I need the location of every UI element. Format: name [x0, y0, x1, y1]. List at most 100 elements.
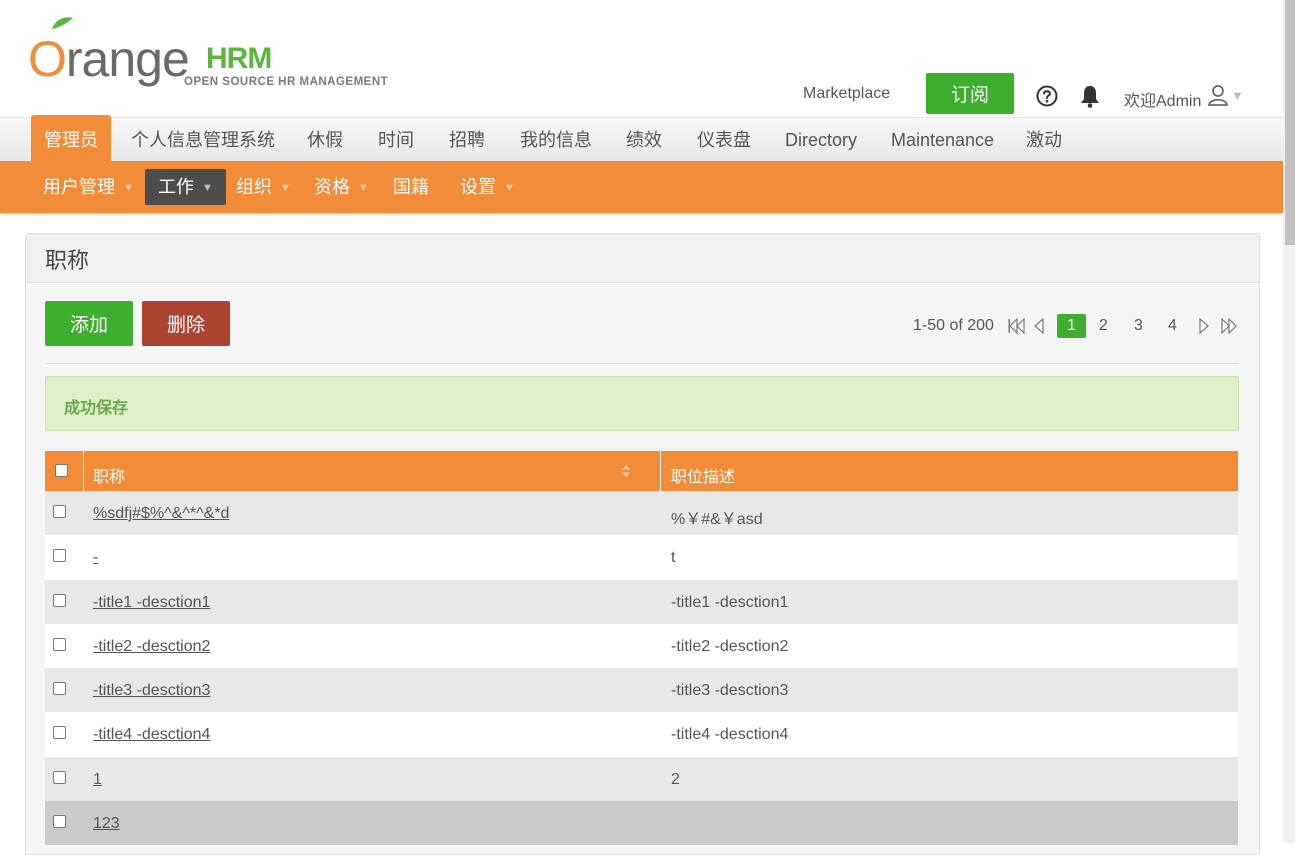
- user-icon[interactable]: [1208, 84, 1228, 106]
- table-header: 职称 职位描述: [45, 451, 1238, 491]
- welcome-user[interactable]: 欢迎Admin: [1124, 87, 1201, 111]
- menu-leave[interactable]: 休假: [307, 118, 343, 162]
- last-page-icon[interactable]: [1218, 318, 1238, 334]
- pagination-range: 1-50 of 200: [913, 317, 994, 334]
- row-checkbox-cell: [53, 549, 66, 567]
- table-row: -title2 -desction2 -title2 -desction2: [45, 623, 1238, 669]
- row-checkbox[interactable]: [53, 549, 66, 563]
- row-checkbox-cell: [53, 682, 66, 700]
- submenu-label: 设置: [460, 177, 496, 197]
- submenu-label: 国籍: [393, 177, 429, 197]
- marketplace-link[interactable]: Marketplace: [803, 85, 890, 103]
- menu-my-info[interactable]: 我的信息: [520, 118, 592, 162]
- page-1[interactable]: 1: [1057, 314, 1086, 338]
- table-row: %sdfj#$%^&^*^&*d %￥#&￥asd: [45, 491, 1238, 536]
- menu-dashboard[interactable]: 仪表盘: [697, 118, 751, 162]
- select-all-cell: [45, 451, 84, 491]
- job-title-link[interactable]: 123: [93, 815, 120, 833]
- first-page-icon[interactable]: [1008, 318, 1028, 334]
- leaf-icon: [52, 17, 73, 29]
- row-checkbox[interactable]: [53, 593, 66, 607]
- job-description: t: [671, 549, 676, 567]
- menu-pim[interactable]: 个人信息管理系统: [131, 118, 275, 162]
- chevron-down-icon: ▼: [358, 182, 369, 194]
- job-titles-table: 职称 职位描述 %sdfj#$%^&^*^&*d %￥#&￥asd - t -t…: [45, 451, 1238, 846]
- row-checkbox-cell: [53, 815, 66, 833]
- row-checkbox[interactable]: [53, 682, 66, 696]
- row-checkbox[interactable]: [53, 505, 66, 518]
- table-row: -title3 -desction3 -title3 -desction3: [45, 668, 1238, 713]
- add-button[interactable]: 添加: [45, 301, 133, 346]
- sub-menu: 用户管理 ▼ 工作 ▼ 组织 ▼ 资格 ▼ 国籍 设置 ▼: [0, 161, 1283, 213]
- job-title-link[interactable]: -title1 -desction1: [93, 594, 210, 612]
- submenu-nationalities[interactable]: 国籍: [393, 169, 429, 205]
- menu-maintenance[interactable]: Maintenance: [891, 118, 994, 162]
- job-titles-panel: 职称 添加 删除 1-50 of 200 1 2 3 4 成功保存 职称 职位描…: [25, 233, 1260, 855]
- orangehrm-logo[interactable]: Orange HRM OPEN SOURCE HR MANAGEMENT: [28, 16, 389, 88]
- table-row: -title4 -desction4 -title4 -desction4: [45, 712, 1238, 757]
- submenu-label: 工作: [158, 177, 194, 197]
- job-title-link[interactable]: %sdfj#$%^&^*^&*d: [93, 505, 229, 523]
- row-checkbox[interactable]: [53, 815, 66, 829]
- column-header-description: 职位描述: [671, 469, 736, 486]
- menu-admin[interactable]: 管理员: [31, 115, 111, 162]
- row-checkbox[interactable]: [53, 637, 66, 651]
- chevron-down-icon: ▼: [504, 182, 515, 194]
- subscribe-button[interactable]: 订阅: [926, 73, 1014, 114]
- job-title-link[interactable]: -title4 -desction4: [93, 726, 210, 744]
- caret-down-icon[interactable]: ▼: [1231, 88, 1244, 103]
- page-2[interactable]: 2: [1099, 314, 1108, 338]
- previous-page-icon[interactable]: [1033, 318, 1045, 334]
- submenu-label: 资格: [314, 177, 350, 197]
- job-description: -title1 -desction1: [671, 593, 789, 611]
- submenu-qualifications[interactable]: 资格 ▼: [314, 169, 369, 205]
- panel-header: 职称: [26, 234, 1259, 283]
- submenu-organization[interactable]: 组织 ▼: [236, 169, 291, 205]
- job-description: -title3 -desction3: [671, 682, 789, 700]
- logo-hrm: HRM: [206, 42, 272, 75]
- row-checkbox[interactable]: [53, 770, 66, 784]
- menu-time[interactable]: 时间: [378, 118, 414, 162]
- submenu-configuration[interactable]: 设置 ▼: [460, 169, 515, 205]
- menu-performance[interactable]: 绩效: [626, 118, 662, 162]
- row-checkbox-cell: [53, 726, 66, 744]
- header: Orange HRM OPEN SOURCE HR MANAGEMENT Mar…: [0, 0, 1283, 117]
- success-text: 成功保存: [64, 400, 129, 417]
- page-4[interactable]: 4: [1168, 314, 1177, 338]
- job-description: 2: [671, 770, 680, 788]
- job-title-link[interactable]: -title2 -desction2: [93, 638, 210, 656]
- next-page-icon[interactable]: [1198, 318, 1210, 334]
- menu-directory[interactable]: Directory: [785, 118, 857, 162]
- page-3[interactable]: 3: [1134, 314, 1143, 338]
- scrollbar-thumb[interactable]: [1285, 0, 1295, 245]
- chevron-down-icon: ▼: [280, 182, 291, 194]
- row-checkbox-cell: [53, 637, 66, 656]
- select-all-checkbox[interactable]: [55, 464, 68, 477]
- submenu-user-management[interactable]: 用户管理 ▼: [43, 169, 134, 205]
- job-description: %￥#&￥asd: [671, 511, 763, 528]
- submenu-job[interactable]: 工作 ▼: [145, 169, 226, 205]
- chevron-down-icon: ▼: [123, 182, 134, 194]
- job-description: -title2 -desction2: [671, 637, 789, 655]
- job-title-link[interactable]: -: [93, 549, 98, 567]
- submenu-label: 用户管理: [43, 177, 115, 197]
- table-row: 123: [45, 801, 1238, 846]
- column-separator: [660, 451, 661, 491]
- page-title: 职称: [45, 248, 90, 273]
- help-icon[interactable]: [1036, 85, 1058, 107]
- submenu-label: 组织: [236, 177, 272, 197]
- chevron-down-icon: ▼: [202, 182, 213, 194]
- delete-button[interactable]: 删除: [142, 301, 230, 346]
- column-header-title[interactable]: 职称: [93, 463, 125, 487]
- menu-recruitment[interactable]: 招聘: [449, 118, 485, 162]
- logo-subtitle: OPEN SOURCE HR MANAGEMENT: [184, 76, 389, 88]
- row-checkbox-cell: [53, 770, 66, 789]
- job-title-link[interactable]: -title3 -desction3: [93, 682, 210, 700]
- bell-icon[interactable]: [1079, 84, 1101, 108]
- row-checkbox-cell: [53, 593, 66, 612]
- row-checkbox[interactable]: [53, 726, 66, 740]
- job-title-link[interactable]: 1: [93, 771, 102, 789]
- row-checkbox-cell: [53, 505, 66, 523]
- menu-buzz[interactable]: 激动: [1026, 118, 1062, 162]
- sort-icon[interactable]: [621, 464, 631, 478]
